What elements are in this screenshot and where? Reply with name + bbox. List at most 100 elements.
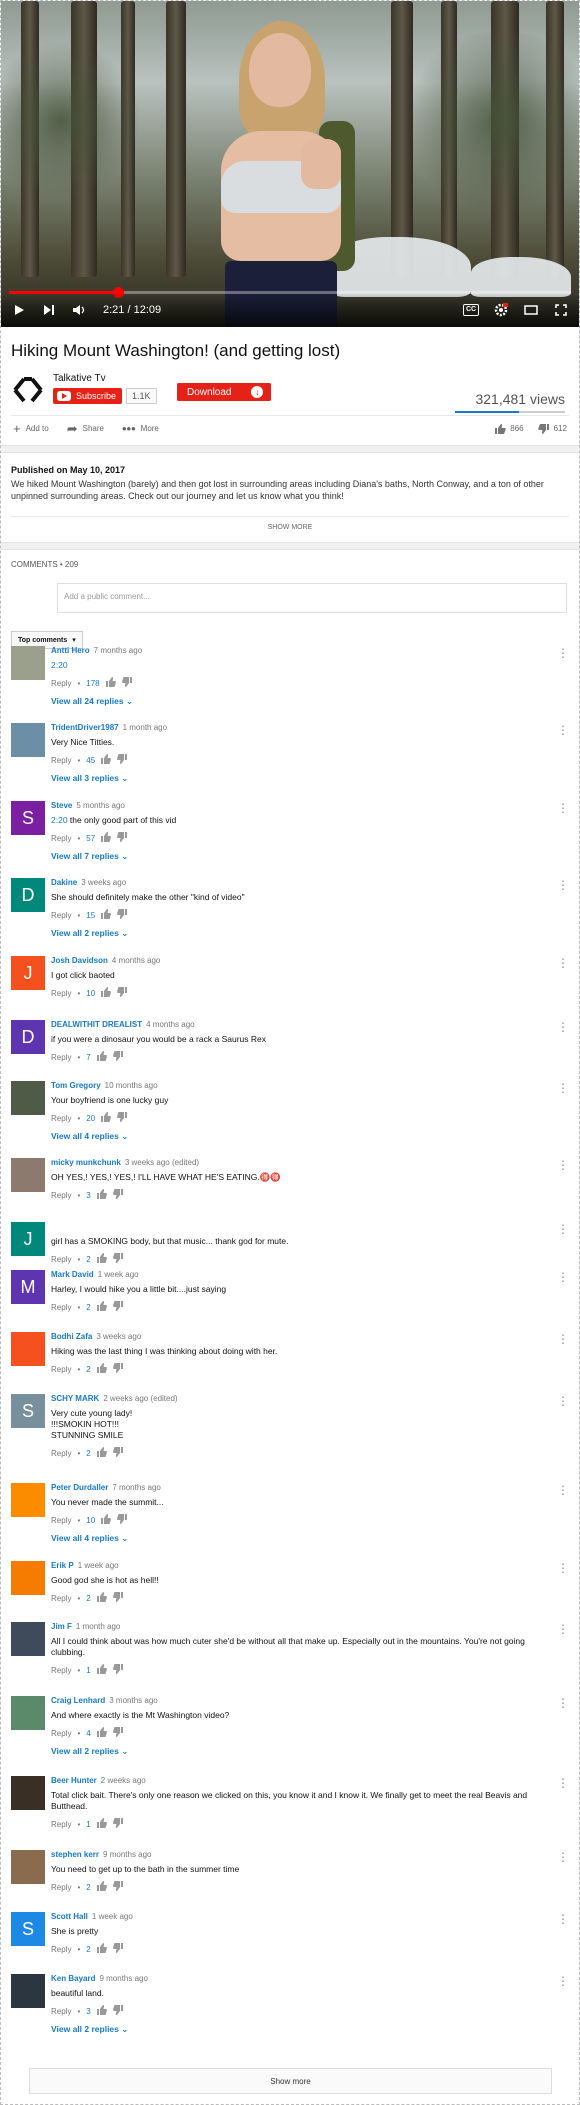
- comment-author[interactable]: Beer Hunter: [51, 1776, 97, 1785]
- comment-author[interactable]: Peter Durdaller: [51, 1483, 108, 1492]
- thumbs-up-icon[interactable]: [101, 1514, 112, 1526]
- comment-menu-icon[interactable]: ⋮: [557, 1158, 569, 1172]
- reply-button[interactable]: Reply: [51, 989, 71, 998]
- comment-menu-icon[interactable]: ⋮: [557, 1483, 569, 1497]
- comment-author[interactable]: Dakine: [51, 878, 77, 887]
- avatar[interactable]: D: [11, 878, 45, 912]
- comment-author[interactable]: Jim F: [51, 1622, 72, 1631]
- fullscreen-icon[interactable]: [551, 300, 571, 320]
- view-replies-link[interactable]: View all 3 replies ⌄: [51, 773, 569, 784]
- comment-author[interactable]: SCHY MARK: [51, 1394, 99, 1403]
- thumbs-up-icon[interactable]: [101, 1112, 112, 1124]
- thumbs-up-icon[interactable]: [101, 754, 112, 766]
- comment-menu-icon[interactable]: ⋮: [557, 1270, 569, 1284]
- thumbs-up-icon[interactable]: [96, 1943, 107, 1955]
- avatar[interactable]: [11, 1776, 45, 1810]
- comment-author[interactable]: Josh Davidson: [51, 956, 108, 965]
- comment-author[interactable]: Bodhi Zafa: [51, 1332, 92, 1341]
- thumbs-up-icon[interactable]: [96, 1189, 107, 1201]
- avatar[interactable]: [11, 646, 45, 680]
- avatar[interactable]: [11, 1561, 45, 1595]
- thumbs-up-icon[interactable]: [96, 1447, 107, 1459]
- comment-menu-icon[interactable]: ⋮: [557, 1332, 569, 1346]
- avatar[interactable]: D: [11, 1020, 45, 1054]
- share-button[interactable]: ➦ Share: [67, 421, 104, 437]
- thumbs-down-icon[interactable]: [112, 1301, 123, 1313]
- comment-menu-icon[interactable]: ⋮: [557, 646, 569, 660]
- reply-button[interactable]: Reply: [51, 1255, 71, 1264]
- reply-button[interactable]: Reply: [51, 1594, 71, 1603]
- comment-menu-icon[interactable]: ⋮: [557, 1696, 569, 1710]
- comment-menu-icon[interactable]: ⋮: [557, 1912, 569, 1926]
- thumbs-down-icon[interactable]: [121, 677, 132, 689]
- avatar[interactable]: J: [11, 1222, 45, 1256]
- comment-menu-icon[interactable]: ⋮: [557, 1850, 569, 1864]
- view-replies-link[interactable]: View all 4 replies ⌄: [51, 1131, 569, 1142]
- reply-button[interactable]: Reply: [51, 911, 71, 920]
- comment-author[interactable]: TridentDriver1987: [51, 723, 119, 732]
- comment-author[interactable]: Antti Hero: [51, 646, 90, 655]
- thumbs-down-icon[interactable]: [117, 987, 128, 999]
- thumbs-down-icon[interactable]: [117, 754, 128, 766]
- thumbs-down-icon[interactable]: [117, 832, 128, 844]
- captions-icon[interactable]: CC: [461, 300, 481, 320]
- avatar[interactable]: J: [11, 956, 45, 990]
- thumbs-down-icon[interactable]: [112, 2005, 123, 2017]
- next-icon[interactable]: [39, 300, 59, 320]
- thumbs-down-icon[interactable]: [112, 1881, 123, 1893]
- reply-button[interactable]: Reply: [51, 1053, 71, 1062]
- thumbs-down-icon[interactable]: [112, 1447, 123, 1459]
- view-replies-link[interactable]: View all 4 replies ⌄: [51, 1533, 569, 1544]
- comment-menu-icon[interactable]: ⋮: [557, 801, 569, 815]
- theater-mode-icon[interactable]: [521, 300, 541, 320]
- thumbs-up-icon[interactable]: [96, 1818, 107, 1830]
- reply-button[interactable]: Reply: [51, 1820, 71, 1829]
- comment-menu-icon[interactable]: ⋮: [557, 1020, 569, 1034]
- like-button[interactable]: 866: [494, 423, 524, 435]
- channel-logo[interactable]: [11, 373, 45, 407]
- view-replies-link[interactable]: View all 2 replies ⌄: [51, 1746, 569, 1757]
- add-to-button[interactable]: + Add to: [13, 421, 49, 436]
- thumbs-down-icon[interactable]: [112, 1818, 123, 1830]
- avatar[interactable]: S: [11, 1912, 45, 1946]
- volume-icon[interactable]: [69, 300, 89, 320]
- comment-menu-icon[interactable]: ⋮: [557, 956, 569, 970]
- thumbs-up-icon[interactable]: [96, 1051, 107, 1063]
- dislike-button[interactable]: 612: [537, 423, 567, 435]
- reply-button[interactable]: Reply: [51, 756, 71, 765]
- thumbs-down-icon[interactable]: [117, 1112, 128, 1124]
- timestamp-link[interactable]: 2:20: [51, 815, 68, 825]
- thumbs-up-icon[interactable]: [101, 987, 112, 999]
- thumbs-down-icon[interactable]: [112, 1727, 123, 1739]
- thumbs-down-icon[interactable]: [117, 1514, 128, 1526]
- thumbs-up-icon[interactable]: [96, 1881, 107, 1893]
- avatar[interactable]: [11, 1158, 45, 1192]
- settings-icon[interactable]: [491, 300, 511, 320]
- avatar[interactable]: [11, 723, 45, 757]
- comment-menu-icon[interactable]: ⋮: [557, 1622, 569, 1636]
- more-button[interactable]: ••• More: [122, 421, 159, 436]
- avatar[interactable]: [11, 1332, 45, 1366]
- download-button[interactable]: Download ↓: [177, 383, 272, 401]
- view-replies-link[interactable]: View all 7 replies ⌄: [51, 851, 569, 862]
- show-more-comments-button[interactable]: Show more: [29, 2068, 552, 2094]
- avatar[interactable]: [11, 1974, 45, 2008]
- avatar[interactable]: S: [11, 1394, 45, 1428]
- thumbs-down-icon[interactable]: [112, 1253, 123, 1265]
- video-player[interactable]: 2:21 / 12:09 CC: [1, 1, 579, 327]
- thumbs-down-icon[interactable]: [112, 1189, 123, 1201]
- comment-menu-icon[interactable]: ⋮: [557, 1974, 569, 1988]
- view-replies-link[interactable]: View all 2 replies ⌄: [51, 928, 569, 939]
- thumbs-up-icon[interactable]: [96, 1664, 107, 1676]
- channel-name[interactable]: Talkative Tv: [53, 373, 157, 384]
- avatar[interactable]: [11, 1850, 45, 1884]
- comment-menu-icon[interactable]: ⋮: [557, 1222, 569, 1236]
- avatar[interactable]: [11, 1696, 45, 1730]
- comment-author[interactable]: Mark David: [51, 1270, 94, 1279]
- thumbs-up-icon[interactable]: [101, 909, 112, 921]
- avatar[interactable]: [11, 1622, 45, 1656]
- comment-author[interactable]: Steve: [51, 801, 72, 810]
- comment-menu-icon[interactable]: ⋮: [557, 1776, 569, 1790]
- comment-author[interactable]: Craig Lenhard: [51, 1696, 105, 1705]
- thumbs-down-icon[interactable]: [112, 1363, 123, 1375]
